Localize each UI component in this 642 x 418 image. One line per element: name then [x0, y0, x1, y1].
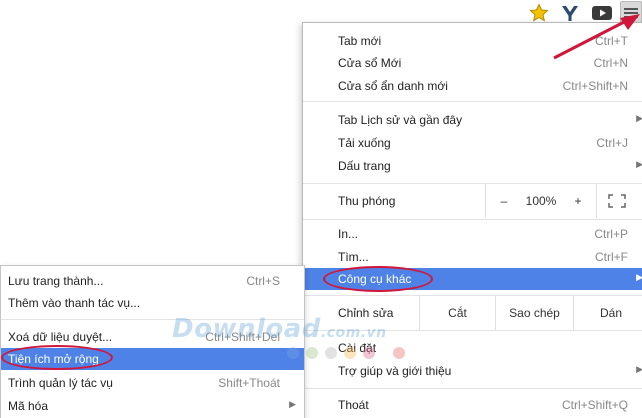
menu-item-exit[interactable]: Thoát Ctrl+Shift+Q: [303, 394, 642, 416]
menu-item-shortcut: Ctrl+P: [594, 227, 628, 241]
submenu-item-label: Lưu trang thành...: [8, 274, 104, 288]
cut-button[interactable]: Cắt: [420, 296, 495, 330]
menu-item-label: Dấu trang: [338, 159, 391, 173]
zoom-in-button[interactable]: +: [560, 184, 596, 218]
menu-separator: [303, 219, 642, 220]
watermark-dot: [325, 347, 337, 359]
menu-item-history[interactable]: Tab Lịch sử và gần đây ▶: [303, 109, 642, 131]
annotation-arrow-icon: [553, 14, 640, 60]
submenu-arrow-icon: ▶: [289, 399, 296, 409]
submenu-item-label: Mã hóa: [8, 399, 49, 413]
menu-item-incognito-window[interactable]: Cửa sổ ẩn danh mới Ctrl+Shift+N: [303, 75, 642, 97]
annotation-circle-extensions: [1, 345, 113, 370]
submenu-item-task-manager[interactable]: Trình quản lý tác vụ Shift+Thoát: [1, 372, 304, 394]
annotation-circle-more-tools: [323, 266, 433, 292]
menu-item-label: Tìm...: [338, 250, 369, 264]
submenu-arrow-icon: ▶: [636, 113, 642, 123]
watermark-dot: [287, 347, 299, 359]
submenu-item-save-page[interactable]: Lưu trang thành... Ctrl+S: [1, 270, 304, 292]
submenu-item-label: Thêm vào thanh tác vụ...: [8, 296, 141, 310]
zoom-label: Thu phóng: [338, 194, 396, 208]
menu-item-label: Tab mới: [338, 34, 382, 48]
menu-item-bookmarks[interactable]: Dấu trang ▶: [303, 155, 642, 177]
menu-item-shortcut: Ctrl+F: [595, 250, 628, 264]
download-watermark: Download.com.vn: [172, 314, 387, 344]
submenu-item-shortcut: Shift+Thoát: [218, 376, 280, 390]
zoom-out-button[interactable]: –: [486, 184, 522, 218]
submenu-arrow-icon: ▶: [636, 364, 642, 374]
submenu-item-encoding[interactable]: Mã hóa ▶: [1, 395, 304, 417]
zoom-level-value: 100%: [525, 194, 557, 208]
submenu-item-add-to-taskbar[interactable]: Thêm vào thanh tác vụ...: [1, 292, 304, 314]
submenu-item-shortcut: Ctrl+S: [246, 274, 280, 288]
watermark-suffix: .com.vn: [320, 325, 387, 341]
menu-item-label: Cửa sổ Mới: [338, 56, 402, 70]
menu-item-label: Tải xuống: [338, 136, 391, 150]
fullscreen-icon[interactable]: [597, 184, 637, 218]
chrome-main-menu: Tab mới Ctrl+T Cửa sổ Mới Ctrl+N Cửa sổ …: [302, 22, 642, 418]
menu-item-label: Thoát: [338, 398, 369, 412]
submenu-arrow-icon: ▶: [636, 272, 642, 282]
watermark-dot: [363, 347, 375, 359]
menu-item-print[interactable]: In... Ctrl+P: [303, 223, 642, 245]
menu-item-help[interactable]: Trợ giúp và giới thiệu ▶: [303, 360, 642, 382]
paste-button[interactable]: Dán: [574, 296, 642, 330]
menu-item-shortcut: Ctrl+J: [596, 136, 628, 150]
menu-item-find[interactable]: Tìm... Ctrl+F: [303, 246, 642, 268]
menu-item-label: Tab Lịch sử và gần đây: [338, 113, 463, 127]
submenu-arrow-icon: ▶: [636, 159, 642, 169]
menu-item-shortcut: Ctrl+Shift+N: [562, 79, 628, 93]
watermark-dot: [393, 347, 405, 359]
menu-separator: [303, 388, 642, 389]
submenu-item-label: Trình quản lý tác vụ: [8, 376, 113, 390]
menu-item-shortcut: Ctrl+Shift+Q: [561, 398, 628, 412]
menu-separator: [303, 101, 642, 102]
watermark-dot: [306, 347, 318, 359]
watermark-dot: [344, 347, 356, 359]
menu-item-downloads[interactable]: Tải xuống Ctrl+J: [303, 132, 642, 154]
watermark-text: Download: [172, 314, 321, 344]
zoom-row: Thu phóng – 100% +: [303, 184, 642, 218]
submenu-item-label: Xoá dữ liệu duyệt...: [8, 330, 113, 344]
menu-item-label: In...: [338, 227, 359, 241]
menu-item-label: Cửa sổ ẩn danh mới: [338, 79, 448, 93]
copy-button[interactable]: Sao chép: [496, 296, 573, 330]
menu-item-label: Trợ giúp và giới thiệu: [338, 364, 452, 378]
